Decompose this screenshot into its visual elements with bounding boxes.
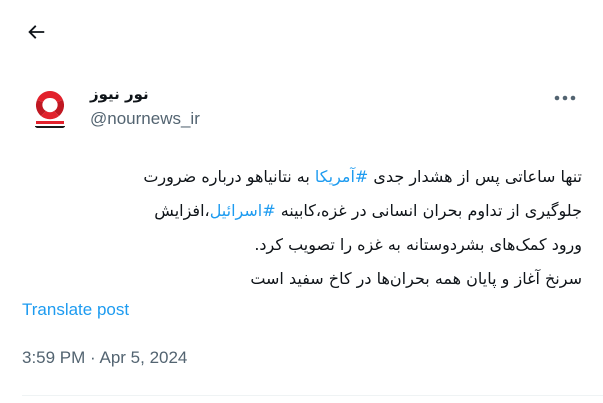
author-info: نور نیوز @nournews_ir xyxy=(90,84,200,130)
avatar[interactable] xyxy=(26,84,74,132)
tweet-text: تنها ساعاتی پس از هشدار جدی #آمریکا به ن… xyxy=(22,160,582,296)
tweet-timestamp: 3:59 PM · Apr 5, 2024 xyxy=(22,348,187,368)
timestamp-separator: · xyxy=(85,348,100,367)
tweet-detail-page: نور نیوز @nournews_ir تنها ساعاتی پس از … xyxy=(0,0,603,403)
divider xyxy=(22,395,603,396)
arrow-left-icon xyxy=(28,25,45,39)
author-handle[interactable]: @nournews_ir xyxy=(90,108,200,130)
tweet-line-4: سرنخ آغاز و پایان همه بحران‌ها در کاخ سف… xyxy=(250,269,582,288)
timestamp-date[interactable]: Apr 5, 2024 xyxy=(99,348,187,367)
tweet-line-2: جلوگیری از تداوم بحران انسانی در غزه،کاب… xyxy=(154,201,582,220)
display-name[interactable]: نور نیوز xyxy=(90,84,200,104)
more-dots-icon xyxy=(554,95,576,101)
tweet-line-1: تنها ساعاتی پس از هشدار جدی #آمریکا به ن… xyxy=(143,167,582,186)
back-button[interactable] xyxy=(18,14,54,50)
translate-post-link[interactable]: Translate post xyxy=(22,300,129,320)
more-options-button[interactable] xyxy=(550,86,580,110)
hashtag-link[interactable]: #اسرائیل xyxy=(210,201,276,220)
hashtag-link[interactable]: #آمریکا xyxy=(315,167,368,186)
timestamp-time[interactable]: 3:59 PM xyxy=(22,348,85,367)
tweet-line-3: ورود کمک‌های بشردوستانه به غزه را تصویب … xyxy=(254,235,582,254)
tweet-header: نور نیوز @nournews_ir xyxy=(26,80,586,140)
nournews-logo-icon xyxy=(35,91,65,128)
